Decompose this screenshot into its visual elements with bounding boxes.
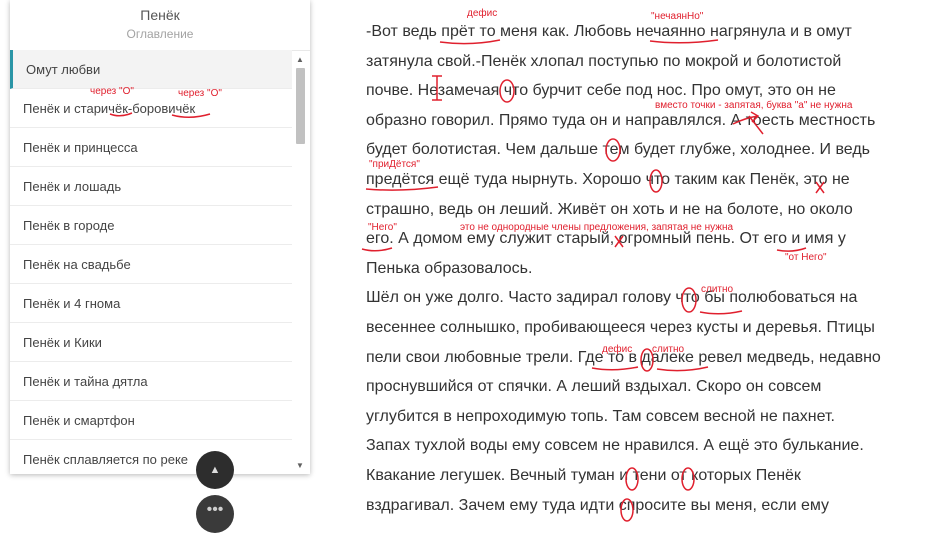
chapter-text: -Вот ведь прёт то меня как. Любовь нечая… <box>366 17 921 520</box>
text-line: пели свои любовные трели. Где то в далек… <box>366 348 881 366</box>
annotation-odnorodnye: это не однородные члены предложения, зап… <box>460 222 734 233</box>
text-line: страшно, ведь он леший. Живёт он хоть и … <box>366 200 853 218</box>
annotation-pridetsya: "приДётся" <box>369 159 420 170</box>
text-line: углубится в непроходимую топь. Там совсе… <box>366 407 835 425</box>
annotation-vmesto-tochki: вместо точки - запятая, буква "а" не нуж… <box>655 100 853 111</box>
scroll-top-button[interactable]: ▲ <box>196 451 234 489</box>
toc-correction-marks <box>109 112 211 118</box>
more-options-button[interactable]: ••• <box>196 495 234 533</box>
text-line: Квакание легушек. Вечный туман и тени от… <box>366 466 801 484</box>
text-line: Запах тухлой воды ему совсем не нравился… <box>366 437 864 455</box>
text-line: Шёл он уже долго. Часто задирал голову ч… <box>366 289 858 307</box>
text-line: затянула свой.-Пенёк хлопал поступью по … <box>366 52 842 70</box>
text-line: Пенька образовалось. <box>366 259 533 277</box>
annotation-nego: "Него" <box>368 222 397 233</box>
text-line: вздрагивал. Зачем ему туда идти спросите… <box>366 496 830 514</box>
annotation-slitno-1: слитно <box>701 284 734 295</box>
annotation-nechayanno: "нечаянНо" <box>651 11 704 22</box>
toc-panel: Пенёк Оглавление Омут любви Пенёк и стар… <box>10 0 310 474</box>
annotation-slitno-2: слитно <box>652 344 685 355</box>
annotation-defis-1: дефис <box>467 8 498 19</box>
text-line: -Вот ведь прёт то меня как. Любовь нечая… <box>366 23 852 40</box>
annotation-defis-2: дефис <box>602 344 633 355</box>
text-line: предётся ещё туда нырнуть. Хорошо что та… <box>366 170 850 188</box>
text-line: проснувшийся от спячки. А леший вздыхал.… <box>366 378 822 396</box>
annotation-ot-nego: "от Него" <box>785 252 827 263</box>
text-line: весеннее солнышко, пробивающееся через к… <box>366 318 875 336</box>
text-line: будет болотистая. Чем дальше тем будет г… <box>366 141 870 159</box>
